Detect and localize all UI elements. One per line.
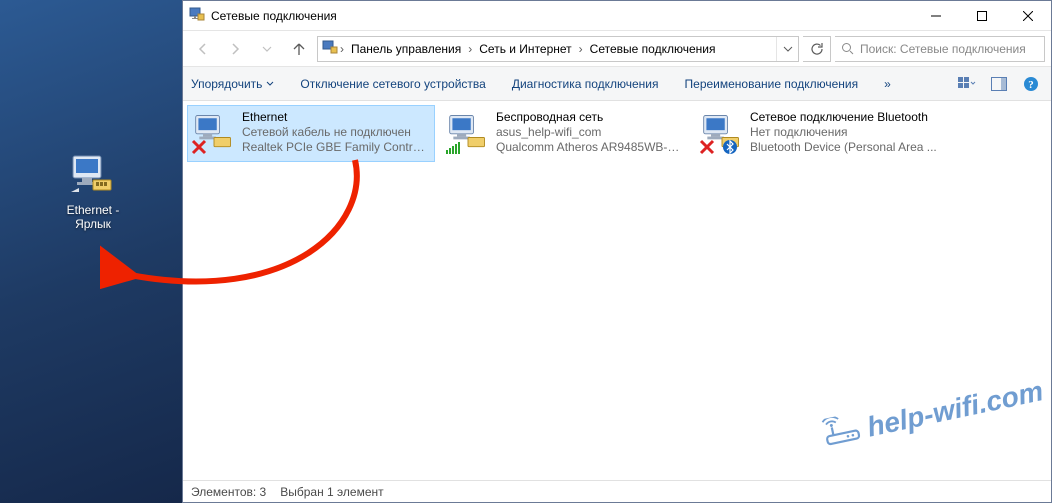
- up-button[interactable]: [285, 35, 313, 63]
- title-bar[interactable]: Сетевые подключения: [183, 1, 1051, 31]
- close-button[interactable]: [1005, 1, 1051, 30]
- network-adapter-icon: [446, 110, 490, 157]
- preview-pane-button[interactable]: [987, 73, 1011, 95]
- connection-device: Qualcomm Atheros AR9485WB-E...: [496, 140, 684, 155]
- status-bar: Элементов: 3 Выбран 1 элемент: [183, 480, 1051, 502]
- more-button[interactable]: »: [884, 77, 891, 91]
- search-box[interactable]: Поиск: Сетевые подключения: [835, 36, 1045, 62]
- selection-count: Выбран 1 элемент: [280, 485, 383, 499]
- maximize-button[interactable]: [959, 1, 1005, 30]
- refresh-button[interactable]: [803, 36, 831, 62]
- chevron-right-icon: ›: [579, 42, 583, 56]
- wifi-signal-icon: [445, 139, 461, 158]
- router-icon: [821, 411, 866, 449]
- connection-status: asus_help-wifi_com: [496, 125, 684, 140]
- connection-device: Realtek PCIe GBE Family Controller: [242, 140, 430, 155]
- bluetooth-icon: [722, 139, 738, 158]
- disable-device-button[interactable]: Отключение сетевого устройства: [300, 77, 485, 91]
- network-adapter-icon: [53, 148, 133, 199]
- connection-status: Нет подключения: [750, 125, 937, 140]
- connection-name: Ethernet: [242, 110, 430, 125]
- search-icon: [841, 42, 854, 55]
- watermark: help-wifi.com: [821, 373, 1046, 453]
- desktop-shortcut-ethernet[interactable]: Ethernet - Ярлык: [53, 148, 133, 231]
- diagnose-button[interactable]: Диагностика подключения: [512, 77, 659, 91]
- view-options-button[interactable]: [955, 73, 979, 95]
- connection-device: Bluetooth Device (Personal Area ...: [750, 140, 937, 155]
- network-adapter-icon: [192, 110, 236, 157]
- svg-text:?: ?: [1028, 79, 1034, 91]
- window-title: Сетевые подключения: [211, 9, 913, 23]
- disconnected-icon: [699, 139, 715, 158]
- chevron-right-icon: ›: [340, 42, 344, 56]
- breadcrumb-item[interactable]: Сеть и Интернет: [474, 37, 576, 61]
- breadcrumb-item[interactable]: Панель управления: [346, 37, 466, 61]
- desktop-shortcut-label: Ethernet - Ярлык: [53, 203, 133, 231]
- network-adapter-icon: [700, 110, 744, 157]
- command-bar: Упорядочить Отключение сетевого устройст…: [183, 67, 1051, 101]
- chevron-right-icon: ›: [468, 42, 472, 56]
- rename-button[interactable]: Переименование подключения: [685, 77, 859, 91]
- connection-item-ethernet[interactable]: Ethernet Сетевой кабель не подключен Rea…: [187, 105, 435, 162]
- connection-item-wifi[interactable]: Беспроводная сеть asus_help-wifi_com Qua…: [441, 105, 689, 162]
- chevron-down-icon: [266, 80, 274, 88]
- control-panel-icon: [322, 39, 338, 58]
- search-placeholder: Поиск: Сетевые подключения: [860, 42, 1038, 56]
- disconnected-icon: [191, 139, 207, 158]
- control-panel-icon: [189, 6, 205, 25]
- connection-name: Беспроводная сеть: [496, 110, 684, 125]
- address-dropdown-button[interactable]: [776, 37, 798, 61]
- connection-name: Сетевое подключение Bluetooth: [750, 110, 937, 125]
- item-count: Элементов: 3: [191, 485, 266, 499]
- breadcrumb-item[interactable]: Сетевые подключения: [585, 37, 721, 61]
- connection-item-bluetooth[interactable]: Сетевое подключение Bluetooth Нет подклю…: [695, 105, 943, 162]
- minimize-button[interactable]: [913, 1, 959, 30]
- organize-button[interactable]: Упорядочить: [191, 77, 274, 91]
- navigation-bar: › Панель управления › Сеть и Интернет › …: [183, 31, 1051, 67]
- desktop-background: Ethernet - Ярлык: [0, 0, 182, 503]
- address-bar[interactable]: › Панель управления › Сеть и Интернет › …: [317, 36, 799, 62]
- back-button[interactable]: [189, 35, 217, 63]
- explorer-window: Сетевые подключения: [182, 0, 1052, 503]
- recent-locations-button[interactable]: [253, 35, 281, 63]
- help-button[interactable]: ?: [1019, 73, 1043, 95]
- connection-status: Сетевой кабель не подключен: [242, 125, 430, 140]
- forward-button[interactable]: [221, 35, 249, 63]
- content-area[interactable]: Ethernet Сетевой кабель не подключен Rea…: [183, 101, 1051, 480]
